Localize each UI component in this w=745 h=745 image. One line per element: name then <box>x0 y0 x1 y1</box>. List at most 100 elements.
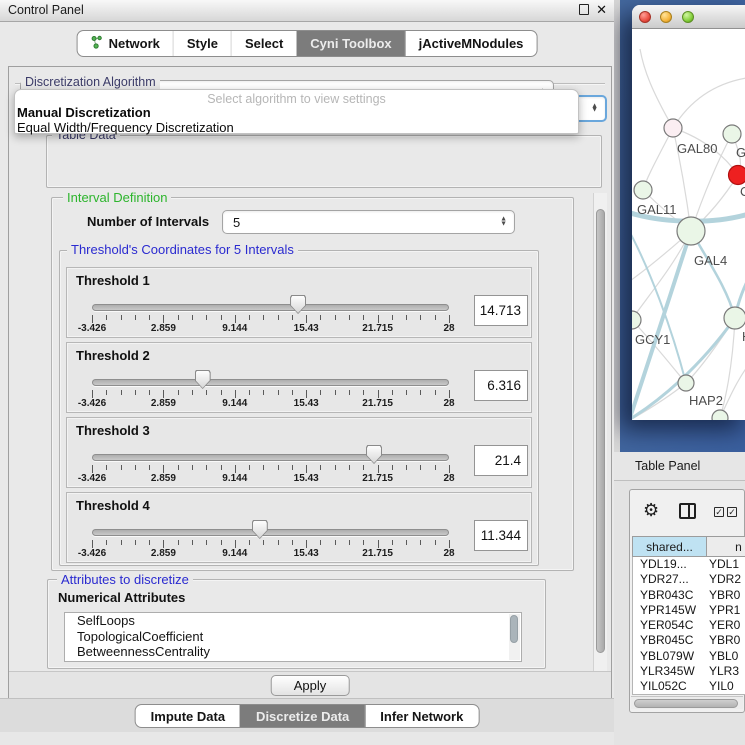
threshold-slider-thumb[interactable] <box>195 370 211 389</box>
threshold-value-field[interactable]: 6.316 <box>474 370 528 401</box>
tab-cyni-toolbox[interactable]: Cyni Toolbox <box>296 31 404 56</box>
network-node[interactable] <box>729 166 745 185</box>
table-panel-box: ⚙ ✓ ✓ shared...n YDL19...YDL1YDR27...YDR… <box>629 489 745 713</box>
numerical-attributes-label: Numerical Attributes <box>58 590 185 605</box>
threshold-slider-track[interactable] <box>92 304 449 311</box>
network-edge <box>632 231 691 322</box>
interval-definition-group: Number of Intervals 5 ▲▼ Threshold 1-3.4… <box>51 197 574 571</box>
network-node-label: GAL4 <box>694 253 727 268</box>
table-header-row: shared...n <box>632 536 745 557</box>
attribute-item[interactable]: BetweennessCentrality <box>65 644 521 660</box>
table-row[interactable]: YER054CYER0 <box>633 618 745 633</box>
attribute-item[interactable]: SelfLoops <box>65 613 521 629</box>
attributes-list-scrollbar[interactable] <box>509 614 520 660</box>
columns-icon[interactable] <box>679 503 696 519</box>
mac-zoom-icon[interactable] <box>682 11 694 23</box>
network-node-label: GAL80 <box>677 141 717 156</box>
table-cell: YER054C <box>633 618 709 633</box>
threshold-label: Threshold 4 <box>76 498 150 513</box>
network-node[interactable] <box>664 119 682 137</box>
gear-icon[interactable]: ⚙ <box>643 500 659 521</box>
network-node[interactable] <box>677 217 705 245</box>
table-row[interactable]: YDL19...YDL1 <box>633 557 745 572</box>
network-node[interactable] <box>678 375 694 391</box>
network-node[interactable] <box>724 307 745 329</box>
table-cell: YDL1 <box>709 557 739 572</box>
table-column-header[interactable]: n <box>707 536 745 557</box>
settings-vertical-scrollbar[interactable] <box>593 193 607 671</box>
algorithm-option[interactable]: Equal Width/Frequency Discretization <box>17 120 580 135</box>
network-node-label: GAL11 <box>637 202 677 217</box>
threshold-box: Threshold 3-3.4262.8599.14415.4321.71528… <box>66 417 532 488</box>
apply-row: Apply <box>9 671 611 698</box>
table-row[interactable]: YBR043CYBR0 <box>633 588 745 603</box>
tab-label: Style <box>187 36 218 51</box>
mac-close-icon[interactable] <box>639 11 651 23</box>
tab-discretize-data[interactable]: Discretize Data <box>240 705 364 727</box>
table-row[interactable]: YBR045CYBR0 <box>633 633 745 648</box>
numerical-attributes-list[interactable]: SelfLoopsTopologicalCoefficientBetweenne… <box>64 612 522 662</box>
checkbox-icon[interactable]: ✓ <box>714 507 724 517</box>
table-row[interactable]: YIL052CYIL0 <box>633 679 745 694</box>
threshold-slider-thumb[interactable] <box>252 520 268 539</box>
network-edge-thick <box>632 227 686 383</box>
table-horizontal-scrollbar[interactable] <box>631 696 743 709</box>
table-cell: YPR1 <box>709 603 740 618</box>
algorithm-option[interactable]: Manual Discretization <box>17 105 580 120</box>
attribute-item[interactable]: TopologicalCoefficient <box>65 629 521 645</box>
network-node[interactable] <box>712 410 728 420</box>
panel-title: Control Panel <box>8 0 84 21</box>
network-canvas[interactable]: GAL80GACGAL11GAL4GCY1HHAP2 <box>632 29 745 420</box>
threshold-value-field[interactable]: 11.344 <box>474 520 528 551</box>
network-node[interactable] <box>632 311 641 329</box>
algorithm-dropdown-popup: Select algorithm to view settings Manual… <box>14 89 579 134</box>
tab-select[interactable]: Select <box>231 31 296 56</box>
tab-label: Impute Data <box>151 709 225 724</box>
tab-infer-network[interactable]: Infer Network <box>364 705 478 727</box>
table-row[interactable]: YDR27...YDR2 <box>633 572 745 587</box>
threshold-value-field[interactable]: 21.4 <box>474 445 528 476</box>
table-row[interactable]: YBL079WYBL0 <box>633 649 745 664</box>
network-node[interactable] <box>634 181 652 199</box>
table-cell: YLR345W <box>633 664 709 679</box>
threshold-slider-track[interactable] <box>92 379 449 386</box>
tab-style[interactable]: Style <box>173 31 231 56</box>
tab-network[interactable]: Network <box>78 31 173 56</box>
close-icon[interactable]: ✕ <box>596 2 607 18</box>
threshold-slider-track[interactable] <box>92 454 449 461</box>
table-cell: YPR145W <box>633 603 709 618</box>
num-intervals-combobox[interactable]: 5 ▲▼ <box>222 210 515 234</box>
table-cell: YBR043C <box>633 588 709 603</box>
apply-button[interactable]: Apply <box>271 675 350 696</box>
checkbox-icon[interactable]: ✓ <box>727 507 737 517</box>
cyni-toolbox-panel: Discretization Algorithm ▲▼ Select algor… <box>8 66 612 698</box>
table-cell: YLR3 <box>709 664 739 679</box>
tab-impute-data[interactable]: Impute Data <box>136 705 240 727</box>
network-node[interactable] <box>723 125 741 143</box>
network-node-label: GCY1 <box>635 332 670 347</box>
threshold-value-field[interactable]: 14.713 <box>474 295 528 326</box>
network-icon <box>91 35 103 52</box>
threshold-box: Threshold 2-3.4262.8599.14415.4321.71528… <box>66 342 532 413</box>
float-icon[interactable] <box>579 4 589 15</box>
threshold-slider-track[interactable] <box>92 529 449 536</box>
threshold-slider-thumb[interactable] <box>290 295 306 314</box>
threshold-label: Threshold 2 <box>76 348 150 363</box>
algorithm-options-list: Manual DiscretizationEqual Width/Frequen… <box>17 105 580 135</box>
mac-minimize-icon[interactable] <box>660 11 672 23</box>
tab-jactivemnodules[interactable]: jActiveMNodules <box>405 31 537 56</box>
tab-label: Network <box>109 36 160 51</box>
threshold-slider-thumb[interactable] <box>366 445 382 464</box>
table-column-header[interactable]: shared... <box>632 536 707 557</box>
table-row[interactable]: YPR145WYPR1 <box>633 603 745 618</box>
num-intervals-label: Number of Intervals <box>87 214 209 229</box>
bottom-filler <box>0 732 614 745</box>
table-cell: YBR0 <box>709 633 740 648</box>
combo-spinner-icon: ▲▼ <box>500 218 507 227</box>
table-cell: YIL0 <box>709 679 734 694</box>
threshold-label: Threshold 3 <box>76 423 150 438</box>
network-view-window[interactable]: GAL80GACGAL11GAL4GCY1HHAP2 <box>632 5 745 420</box>
table-row[interactable]: YLR345WYLR3 <box>633 664 745 679</box>
algorithm-group-title: Discretization Algorithm <box>21 75 160 89</box>
table-cell: YDR2 <box>709 572 741 587</box>
